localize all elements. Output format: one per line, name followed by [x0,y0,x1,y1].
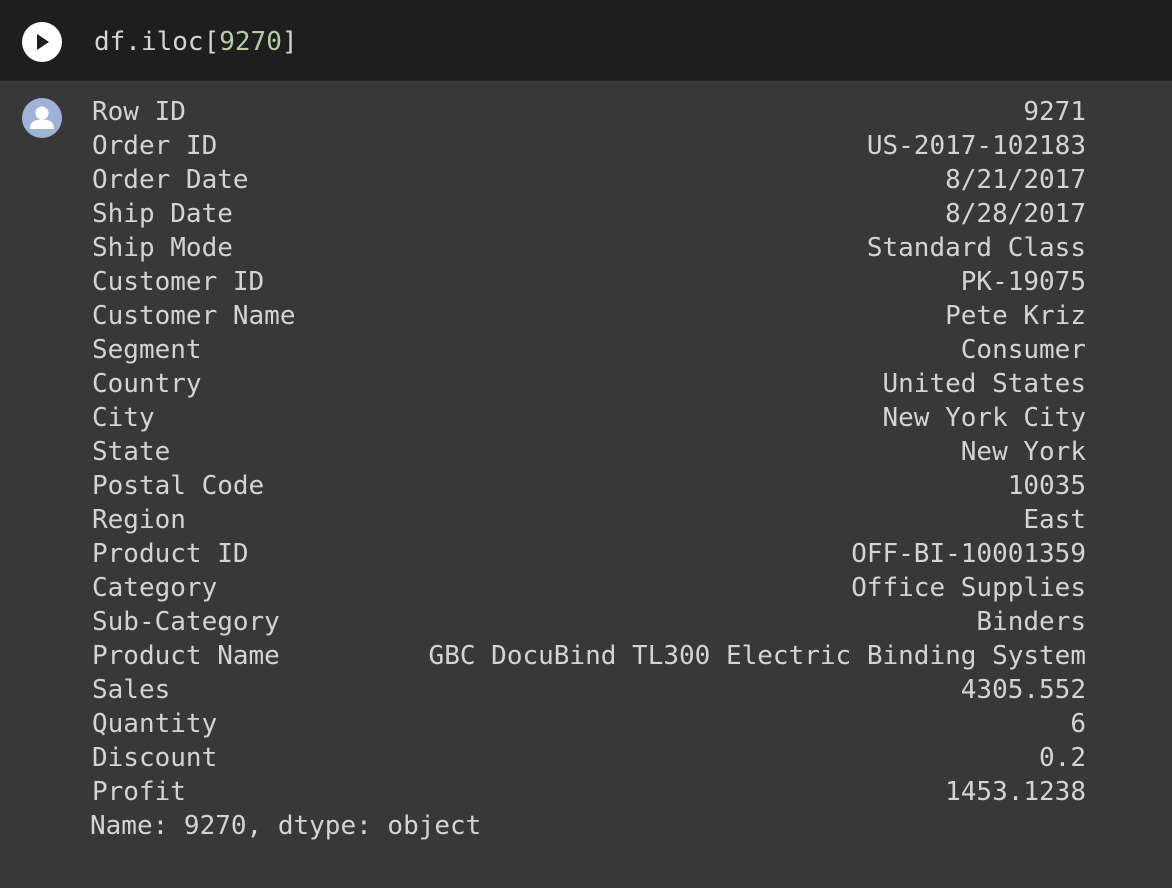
series-index-label: Order Date [92,165,249,195]
notebook-cell: df.iloc[9270] Row ID 9271 Order ID US-2017-… [0,0,1172,888]
series-value: OFF-BI-10001359 [851,539,1086,569]
series-rows: Row ID 9271 Order ID US-2017-102183 Order Da… [92,95,1086,809]
series-row: City New York City [92,401,1086,435]
series-index-label: Order ID [92,131,218,161]
series-row: Row ID 9271 [92,95,1086,129]
series-row: Category Office Supplies [92,571,1086,605]
series-output: Row ID 9271 Order ID US-2017-102183 Order Da… [90,95,1086,843]
series-row: Sub-Category Binders [92,605,1086,639]
series-row: Sales 4305.552 [92,673,1086,707]
series-row: Region East [92,503,1086,537]
series-value: Pete Kriz [945,301,1086,331]
series-index-label: State [92,437,171,467]
series-row: Quantity 6 [92,707,1086,741]
series-row: Customer ID PK-19075 [92,265,1086,299]
series-index-label: Sales [92,675,171,705]
series-index-label: Customer Name [92,301,296,331]
series-index-label: Customer ID [92,267,265,297]
series-row: Ship Date 8/28/2017 [92,197,1086,231]
series-index-label: Region [92,505,186,535]
series-value: Binders [976,607,1086,637]
series-index-label: Category [92,573,218,603]
code-index-literal: 9270 [219,27,282,57]
series-row: Profit 1453.1238 [92,775,1086,809]
series-value: 8/21/2017 [945,165,1086,195]
series-value: New York [960,437,1086,467]
series-value: 1453.1238 [945,777,1086,807]
series-index-label: City [92,403,155,433]
series-row: Order Date 8/21/2017 [92,163,1086,197]
series-value: East [1023,505,1086,535]
series-index-label: Product Name [92,641,280,671]
series-value: 6 [1070,709,1086,739]
run-cell-button[interactable] [22,22,62,62]
series-row: Product ID OFF-BI-10001359 [92,537,1086,571]
series-index-label: Discount [92,743,218,773]
series-index-label: Country [92,369,202,399]
series-row: Product Name GBC DocuBind TL300 Electric … [92,639,1086,673]
series-index-label: Product ID [92,539,249,569]
output-avatar [22,98,62,138]
play-icon [37,34,49,50]
series-value: 9271 [1023,97,1086,127]
series-index-label: Ship Mode [92,233,233,263]
series-value: 4305.552 [960,675,1086,705]
series-value: Consumer [960,335,1086,365]
series-index-label: Profit [92,777,186,807]
series-index-label: Ship Date [92,199,233,229]
series-value: Office Supplies [851,573,1086,603]
series-value: 8/28/2017 [945,199,1086,229]
series-index-label: Sub-Category [92,607,280,637]
series-value: GBC DocuBind TL300 Electric Binding Syst… [428,641,1086,671]
series-index-label: Postal Code [92,471,265,501]
series-value: United States [882,369,1087,399]
code-prefix: df.iloc[ [94,27,220,57]
series-value: US-2017-102183 [866,131,1086,161]
series-row: Order ID US-2017-102183 [92,129,1086,163]
series-value: New York City [882,403,1087,433]
series-row: Postal Code 10035 [92,469,1086,503]
series-row: State New York [92,435,1086,469]
series-value: PK-19075 [960,267,1086,297]
series-row: Ship Mode Standard Class [92,231,1086,265]
series-value: 0.2 [1039,743,1086,773]
user-avatar-icon [30,106,54,129]
series-index-label: Quantity [92,709,218,739]
series-index-label: Segment [92,335,202,365]
series-row: Discount 0.2 [92,741,1086,775]
series-footer: Name: 9270, dtype: object [90,811,482,841]
series-row: Country United States [92,367,1086,401]
series-row: Segment Consumer [92,333,1086,367]
series-row: Customer Name Pete Kriz [92,299,1086,333]
code-input-area[interactable]: df.iloc[9270] [0,0,1172,81]
series-index-label: Row ID [92,97,186,127]
series-value: 10035 [1007,471,1086,501]
code-line[interactable]: df.iloc[9270] [94,22,298,62]
code-suffix: ] [281,27,298,57]
series-value: Standard Class [866,233,1086,263]
